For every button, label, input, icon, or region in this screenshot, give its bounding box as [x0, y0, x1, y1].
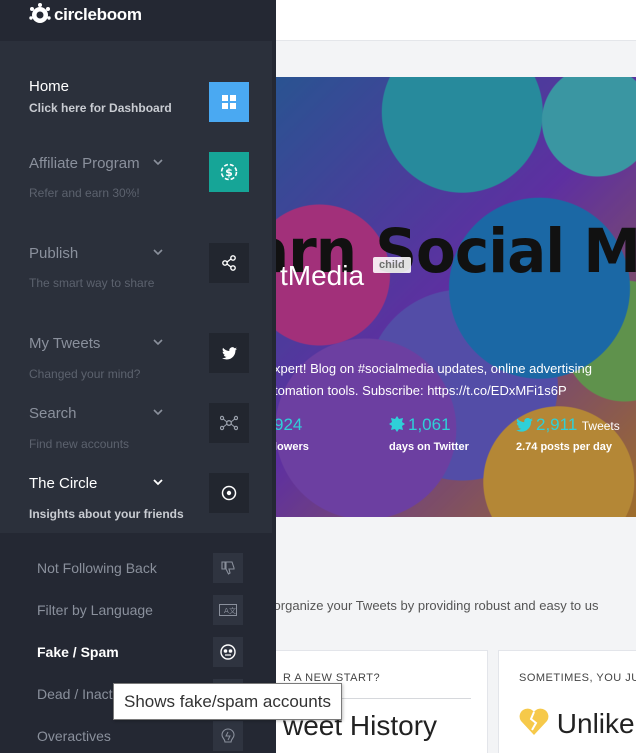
network-icon[interactable] [209, 403, 249, 443]
stat-label: 2.74 posts per day [516, 441, 612, 453]
sidebar-item-the-circle[interactable]: The Circle Insights about your friends [0, 473, 276, 525]
sidebar-item-publish[interactable]: Publish The smart way to share [0, 243, 276, 295]
unlike-card[interactable]: SOMETIMES, YOU JU Unlike [498, 650, 636, 753]
dollar-icon[interactable]: $ [209, 152, 249, 192]
sidebar-item-subtitle: Changed your mind? [29, 367, 141, 381]
card-title-text: Unlike [556, 708, 635, 739]
sidebar-item-title: My Tweets [29, 335, 101, 352]
svg-text:文: 文 [229, 606, 236, 615]
sidebar-item-affiliate[interactable]: Affiliate Program Refer and earn 30%! $ [0, 152, 276, 205]
sidebar-item-search[interactable]: Search Find new accounts [0, 403, 276, 455]
profile-name: tMedia [280, 260, 365, 291]
submenu-item-fake-spam[interactable]: Fake / Spam [0, 631, 276, 673]
stat-value: 1,061 [408, 415, 451, 434]
translate-icon: A文 [213, 595, 243, 625]
stat-label: days on Twitter [389, 441, 469, 453]
submenu-item-not-following-back[interactable]: Not Following Back [0, 547, 276, 589]
card-title: Unlike [519, 708, 635, 740]
submenu-item-label: Overactives [37, 728, 111, 744]
days-stat: 1,061 days on Twitter [389, 415, 469, 453]
sidebar-item-subtitle: Refer and earn 30%! [29, 186, 140, 200]
stat-value: 924 [274, 415, 303, 434]
badge-icon [389, 416, 405, 432]
svg-text:$: $ [225, 166, 233, 179]
profile-bio: xpert! Blog on #socialmedia updates, onl… [274, 358, 634, 402]
sidebar-item-title: Search [29, 405, 77, 422]
profile-badge: child [373, 257, 411, 273]
thumbs-down-icon [213, 553, 243, 583]
chevron-down-icon [153, 479, 163, 486]
chevron-down-icon [153, 159, 163, 166]
sidebar-item-subtitle: Click here for Dashboard [29, 101, 172, 115]
share-icon[interactable] [209, 243, 249, 283]
twitter-bird-icon[interactable] [209, 333, 249, 373]
section-subtitle: e-organize your Tweets by providing robu… [262, 598, 599, 613]
followers-stat: 924 lowers [274, 415, 309, 453]
logo-bar: circleboom [0, 0, 276, 41]
chevron-down-icon [153, 409, 163, 416]
profile-header: arn Social Med tMedia child xpert! Blog … [250, 77, 636, 517]
sidebar-item-title: Home [29, 78, 70, 95]
sidebar-item-title: The Circle [29, 475, 98, 492]
sidebar-item-home[interactable]: Home Click here for Dashboard [0, 78, 276, 128]
fake-spam-tooltip: Shows fake/spam accounts [113, 683, 342, 720]
sidebar-item-subtitle: Insights about your friends [29, 507, 184, 521]
stat-unit: Tweets [581, 419, 620, 433]
sidebar-item-title: Publish [29, 245, 79, 262]
sidebar: circleboom Home Click here for Dashboard… [0, 0, 276, 753]
tweets-stat: 2,911 Tweets 2.74 posts per day [516, 415, 620, 453]
circleboom-logo-icon [29, 3, 51, 23]
spam-face-icon [213, 637, 243, 667]
overactive-icon [213, 721, 243, 751]
stat-label: lowers [274, 441, 309, 453]
stat-value: 2,911 [536, 415, 578, 434]
chevron-down-icon [153, 339, 163, 346]
card-title-rest: History [342, 710, 438, 741]
submenu-item-filter-by-language[interactable]: Filter by Language A文 [0, 589, 276, 631]
sidebar-item-title: Affiliate Program [29, 155, 140, 172]
sidebar-item-my-tweets[interactable]: My Tweets Changed your mind? [0, 333, 276, 385]
bio-line: xpert! Blog on #socialmedia updates, onl… [274, 361, 592, 376]
card-eyebrow: SOMETIMES, YOU JU [519, 672, 636, 684]
brand-name[interactable]: circleboom [54, 5, 142, 25]
submenu-item-label: Filter by Language [37, 602, 153, 618]
chevron-down-icon [153, 249, 163, 256]
twitter-bird-icon [516, 417, 533, 432]
the-circle-submenu: Not Following Back Filter by Language A文… [0, 533, 276, 753]
submenu-item-overactives[interactable]: Overactives [0, 715, 276, 753]
broken-heart-icon [519, 708, 549, 735]
grid-icon[interactable] [209, 82, 249, 122]
bio-line: tomation tools. Subscribe: https://t.co/… [274, 383, 567, 398]
submenu-item-label: Fake / Spam [37, 644, 119, 660]
target-icon[interactable] [209, 473, 249, 513]
sidebar-item-subtitle: Find new accounts [29, 437, 130, 451]
submenu-item-label: Not Following Back [37, 560, 157, 576]
sidebar-item-subtitle: The smart way to share [29, 276, 155, 290]
